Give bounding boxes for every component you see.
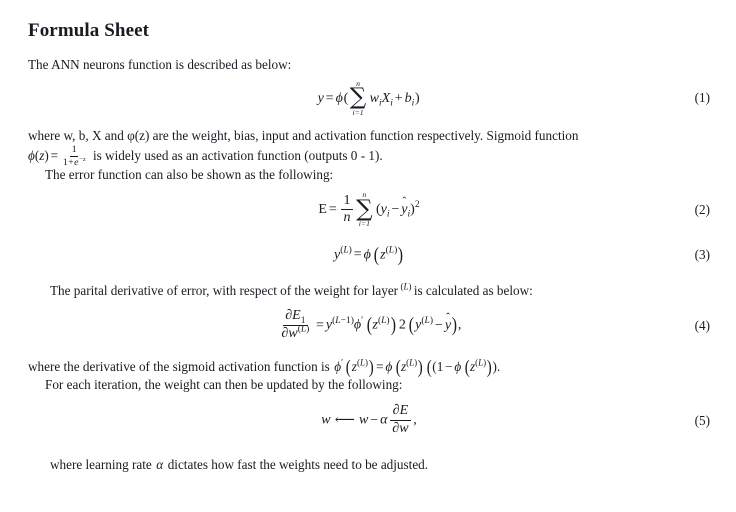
partial-E-over-partial-w-fraction: ∂E ∂w [390,404,411,436]
equation-1-row: y = ϕ(n ∑ i=1 wiXi + bi) (1) [28,75,710,121]
paragraph-sigmoid-derivative: where the derivative of the sigmoid acti… [28,356,501,378]
paragraph-error-intro: The error function can also be shown as … [45,167,334,183]
sigma-glyph: ∑ [349,84,367,111]
learning-rate-text-a: where learning rate [50,456,152,472]
learning-rate-text-b: dictates how fast the weights need to be… [167,456,429,472]
phi-symbol: ϕ [28,147,35,163]
equation-3-body: y(L) = ϕ (z(L)) [333,243,404,266]
equation-2-row: E=1nn∑i=1(yi−̂yi)2 (2) [28,184,710,236]
partial-E-over-partial-w-fraction: ∂E1 ∂w(L) [281,308,310,342]
paragraph-iteration: For each iteration, the weight can then … [45,377,403,393]
paragraph-sigmoid-definition: ϕ(z) = 1 1+e−z is widely used as an activati… [28,143,383,169]
paragraph-where-weights: where w, b, X and φ(z) are the weight, b… [28,128,579,144]
y-hat-symbol: ̂y [444,317,452,333]
equation-5-body: w ⟵ w − α ∂E ∂w, [321,403,417,437]
equation-2-body: E=1nn∑i=1(yi−̂yi)2 [318,190,420,229]
equation-4-row: ∂E1∂w(L)=y(L−1)ϕ′(z(L))2(y(L)−̂y), (4) [28,300,710,352]
summation-symbol: n ∑ i=1 [356,190,373,229]
equation-4-number: (4) [694,317,710,333]
alpha-symbol: α [156,456,164,472]
partial-intro-text-a: The parital derivative of error, with re… [50,282,399,298]
sum-lower-limit: i=1 [358,219,370,229]
partial-intro-text-b: is calculated as below: [413,282,533,298]
page-title: Formula Sheet [28,20,150,41]
equation-3-number: (3) [694,246,710,262]
equation-1-body: y = ϕ(n ∑ i=1 wiXi + bi) [317,78,420,117]
document-content: Formula Sheet The ANN neurons function i… [28,20,710,473]
sum-lower-limit: i=1 [352,107,364,117]
document-page: Formula Sheet The ANN neurons function i… [0,0,736,512]
equation-5-number: (5) [694,412,710,428]
layer-superscript: (L) [400,281,412,292]
sigmoid-derivative-prefix: where the derivative of the sigmoid acti… [28,358,330,374]
fraction-numerator: 1 [70,144,79,158]
sigmoid-fraction: 1 1+e−z [61,144,87,169]
one-over-n-fraction: 1n [341,193,354,226]
sigma-glyph: ∑ [356,195,373,222]
summation-symbol: n ∑ i=1 [349,79,367,117]
equation-1-number: (1) [694,90,710,106]
paragraph-partial-intro: The parital derivative of error, with re… [28,282,710,300]
equation-2-number: (2) [694,201,710,217]
paragraph-learning-rate: where learning rate α dictates how fast th… [28,456,710,474]
equation-4-body: ∂E1∂w(L)=y(L−1)ϕ′(z(L))2(y(L)−̂y), [277,308,461,342]
y-hat-symbol: ̂y [401,202,408,218]
sigmoid-sentence-tail: is widely used as an activation function… [92,147,383,163]
equation-3-row: y(L) = ϕ (z(L)) (3) [28,236,710,274]
intro-paragraph: The ANN neurons function is described as… [28,56,292,72]
equation-5-row: w ⟵ w − α ∂E ∂w, (5) [28,394,710,448]
